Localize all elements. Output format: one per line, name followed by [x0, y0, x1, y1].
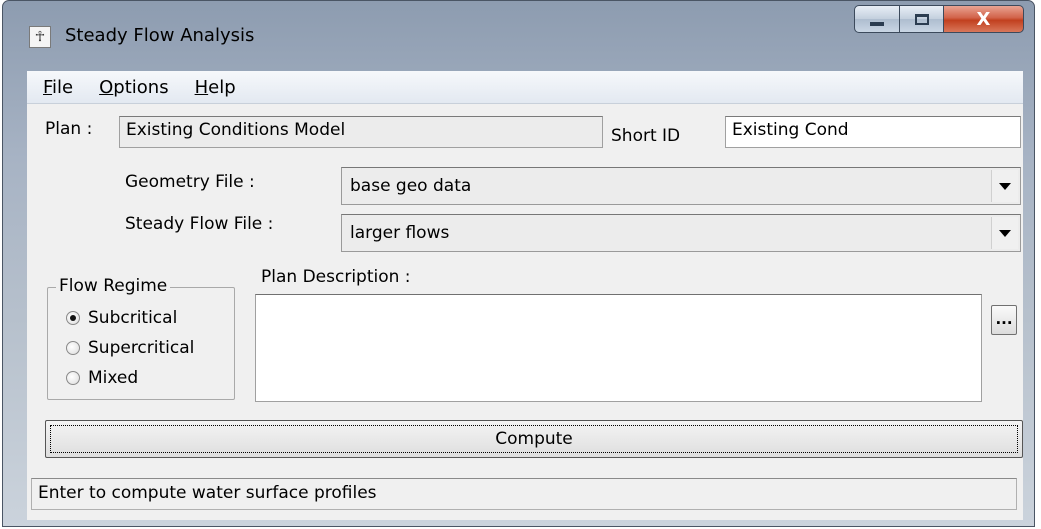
flow-regime-group: Flow Regime Subcritical Supercritical Mi…	[47, 276, 235, 400]
menu-bar: File Options Help	[27, 71, 1023, 104]
chevron-down-icon	[999, 229, 1011, 237]
steady-flow-file-label: Steady Flow File :	[125, 214, 274, 234]
menu-options[interactable]: Options	[99, 77, 168, 98]
plan-label: Plan :	[45, 119, 93, 139]
window-controls: X	[854, 5, 1024, 37]
geometry-file-value: base geo data	[350, 176, 472, 196]
steady-flow-file-value: larger flows	[350, 223, 450, 243]
minimize-icon	[870, 22, 884, 26]
compute-button[interactable]: Compute	[45, 420, 1023, 458]
menu-help[interactable]: Help	[195, 77, 236, 98]
radio-supercritical-label: Supercritical	[88, 338, 195, 358]
status-bar: Enter to compute water surface profiles	[31, 478, 1017, 510]
dialog-body: Plan : Existing Conditions Model Short I…	[27, 104, 1023, 520]
steady-flow-analysis-window: ☥ Steady Flow Analysis X File Options He…	[2, 0, 1035, 527]
compute-button-label: Compute	[50, 425, 1018, 453]
app-icon[interactable]: ☥	[29, 26, 51, 48]
short-id-input[interactable]: Existing Cond	[725, 116, 1021, 148]
window-title: Steady Flow Analysis	[65, 25, 255, 46]
maximize-icon	[914, 13, 929, 25]
menu-options-label: ptions	[113, 76, 169, 98]
menu-file[interactable]: File	[43, 77, 73, 98]
menu-file-label: ile	[52, 76, 74, 98]
flow-regime-title: Flow Regime	[56, 276, 171, 296]
dropdown-arrow-button[interactable]	[991, 170, 1018, 202]
radio-subcritical-label: Subcritical	[88, 308, 178, 328]
steady-flow-file-dropdown[interactable]: larger flows	[341, 214, 1021, 252]
radio-button[interactable]	[66, 371, 80, 385]
geometry-file-label: Geometry File :	[125, 172, 255, 192]
menu-options-mnemonic: O	[99, 76, 114, 98]
close-icon: X	[976, 8, 991, 30]
radio-subcritical[interactable]: Subcritical	[66, 308, 177, 328]
description-browse-button[interactable]: ...	[991, 305, 1017, 335]
short-id-label: Short ID	[611, 126, 681, 146]
radio-mixed[interactable]: Mixed	[66, 368, 138, 388]
dropdown-arrow-button[interactable]	[991, 217, 1018, 249]
radio-button-selected[interactable]	[66, 311, 80, 325]
radio-button[interactable]	[66, 341, 80, 355]
menu-help-mnemonic: H	[194, 76, 209, 98]
plan-title-field[interactable]: Existing Conditions Model	[119, 116, 603, 148]
title-bar[interactable]: ☥ Steady Flow Analysis X	[3, 1, 1034, 65]
radio-mixed-label: Mixed	[88, 368, 139, 388]
plan-description-textarea[interactable]	[255, 294, 982, 402]
chevron-down-icon	[999, 182, 1011, 190]
close-button[interactable]: X	[944, 5, 1024, 33]
minimize-button[interactable]	[854, 5, 900, 33]
maximize-button[interactable]	[900, 5, 944, 33]
geometry-file-dropdown[interactable]: base geo data	[341, 167, 1021, 205]
menu-help-label: elp	[208, 76, 236, 98]
plan-description-label: Plan Description :	[261, 267, 411, 287]
menu-file-mnemonic: F	[43, 76, 53, 98]
radio-supercritical[interactable]: Supercritical	[66, 338, 194, 358]
